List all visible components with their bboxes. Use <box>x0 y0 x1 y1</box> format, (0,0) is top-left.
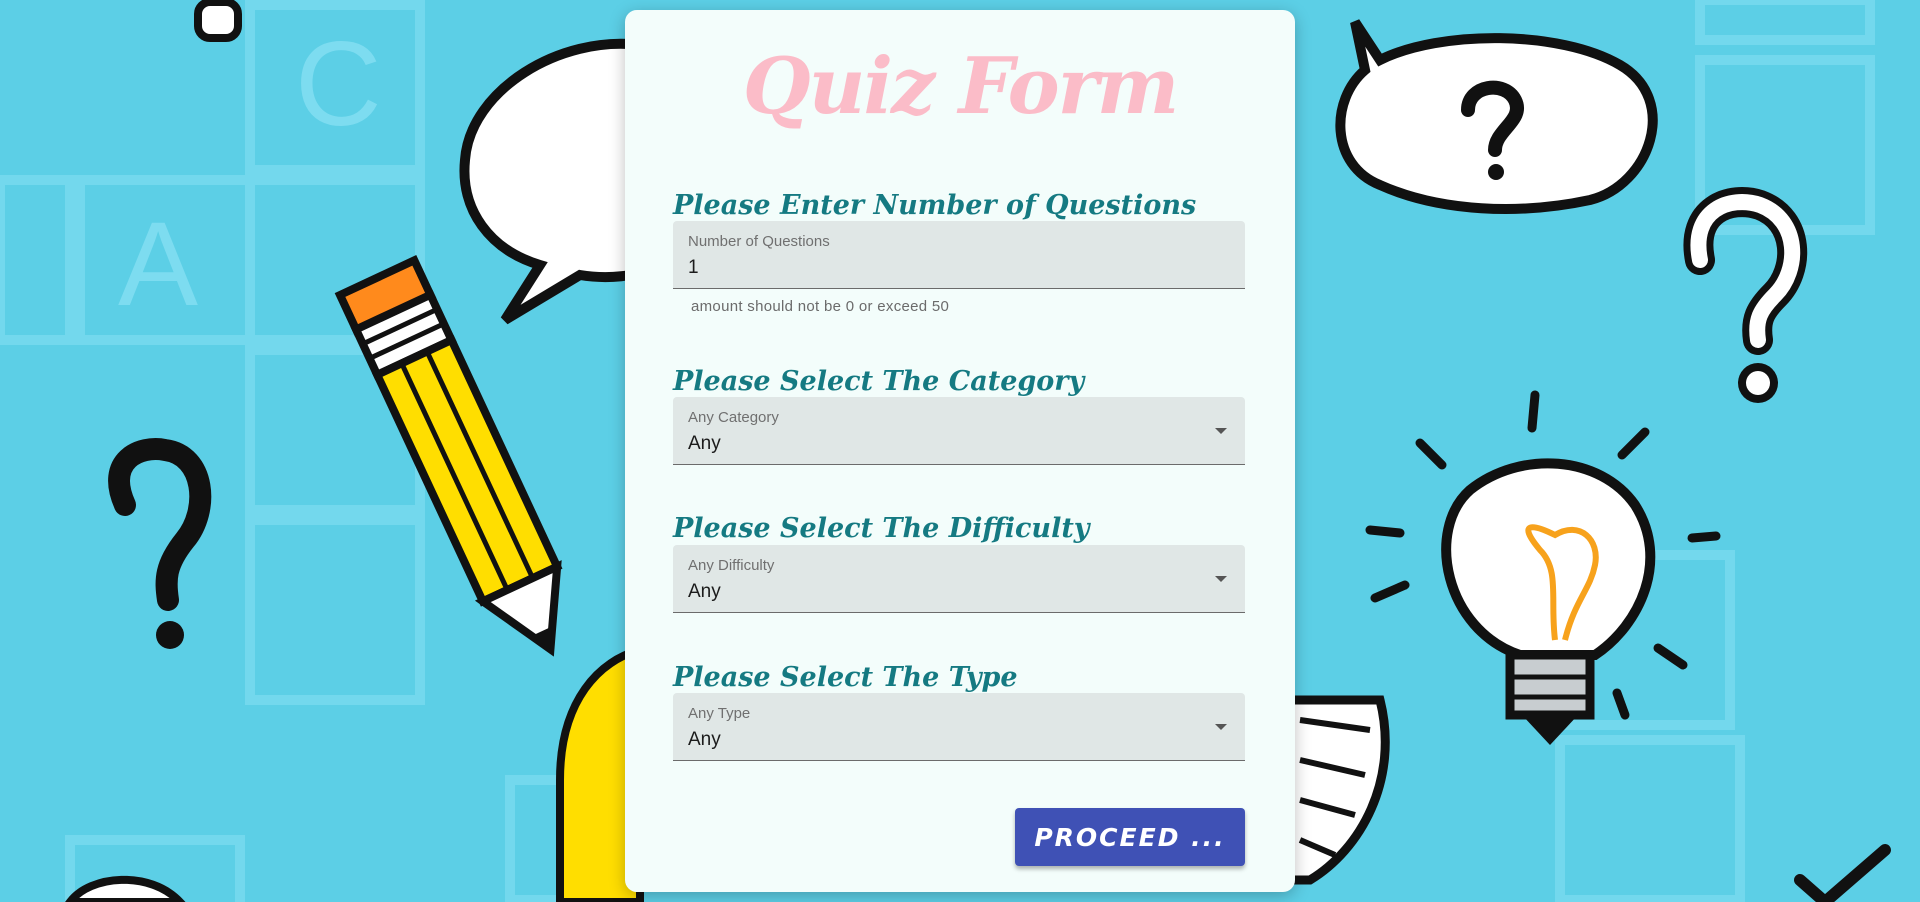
lightbulb-icon <box>1365 390 1721 745</box>
number-of-questions-field[interactable]: Number of Questions 1 <box>673 221 1245 289</box>
category-select-value: Any <box>688 433 721 454</box>
cloud-doodle-icon <box>65 875 186 902</box>
bg-letter-a: A <box>118 197 198 331</box>
chevron-down-icon[interactable] <box>1215 724 1227 730</box>
category-heading: Please Select The Category <box>673 366 1085 397</box>
quiz-form-card: Quiz Form Please Enter Number of Questio… <box>625 10 1295 892</box>
chevron-down-icon[interactable] <box>1215 428 1227 434</box>
chevron-down-icon[interactable] <box>1215 576 1227 582</box>
type-select-value: Any <box>688 729 721 750</box>
category-select-label: Any Category <box>688 409 779 426</box>
type-select-label: Any Type <box>688 705 751 722</box>
category-select[interactable]: Any Category Any <box>673 397 1245 465</box>
difficulty-select[interactable]: Any Difficulty Any <box>673 545 1245 613</box>
dot-doodle-icon <box>194 0 242 42</box>
difficulty-select-value: Any <box>688 581 721 602</box>
speech-bubble-icon <box>459 38 645 325</box>
type-heading: Please Select The Type <box>673 662 1018 693</box>
type-select[interactable]: Any Type Any <box>673 693 1245 761</box>
form-title: Quiz Form <box>742 41 1180 132</box>
checkmark-icon <box>1794 844 1891 902</box>
question-mark-icon <box>108 438 212 649</box>
speech-bubble-question-icon <box>1335 19 1658 214</box>
number-of-questions-input[interactable]: 1 <box>688 257 699 279</box>
difficulty-heading: Please Select The Difficulty <box>673 513 1090 544</box>
difficulty-select-label: Any Difficulty <box>688 557 775 574</box>
striped-cone-icon <box>1285 695 1390 885</box>
number-of-questions-label: Number of Questions <box>688 233 830 250</box>
questions-heading: Please Enter Number of Questions <box>673 190 1197 221</box>
questions-helper-text: amount should not be 0 or exceed 50 <box>691 298 950 315</box>
pencil-icon <box>334 255 563 657</box>
proceed-button[interactable]: PROCEED ... <box>1015 808 1245 866</box>
bg-letter-c: C <box>295 17 382 151</box>
